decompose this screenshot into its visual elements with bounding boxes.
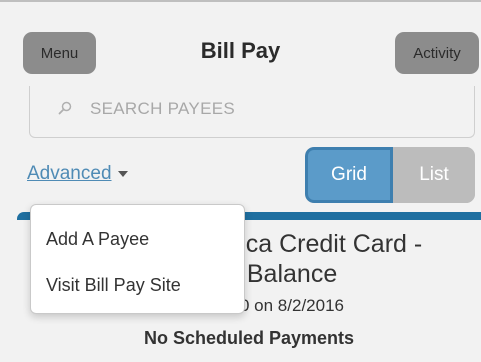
search-bar [29,86,475,138]
grid-view-button[interactable]: Grid [305,147,393,203]
app-header: Menu Bill Pay Activity [0,0,481,92]
advanced-label: Advanced [27,163,112,184]
search-icon [58,101,72,115]
list-view-button[interactable]: List [393,147,475,203]
advanced-link[interactable]: Advanced [27,163,128,185]
search-input[interactable] [90,96,460,122]
add-payee-menu-item[interactable]: Add A Payee [46,229,149,250]
caret-down-icon [117,171,128,177]
scheduled-payments-status: No Scheduled Payments [143,328,355,348]
visit-bill-pay-site-menu-item[interactable]: Visit Bill Pay Site [46,275,181,296]
view-toggle: Grid List [305,147,475,203]
advanced-dropdown-menu: Add A Payee Visit Bill Pay Site [30,204,245,314]
activity-button[interactable]: Activity [395,32,479,74]
